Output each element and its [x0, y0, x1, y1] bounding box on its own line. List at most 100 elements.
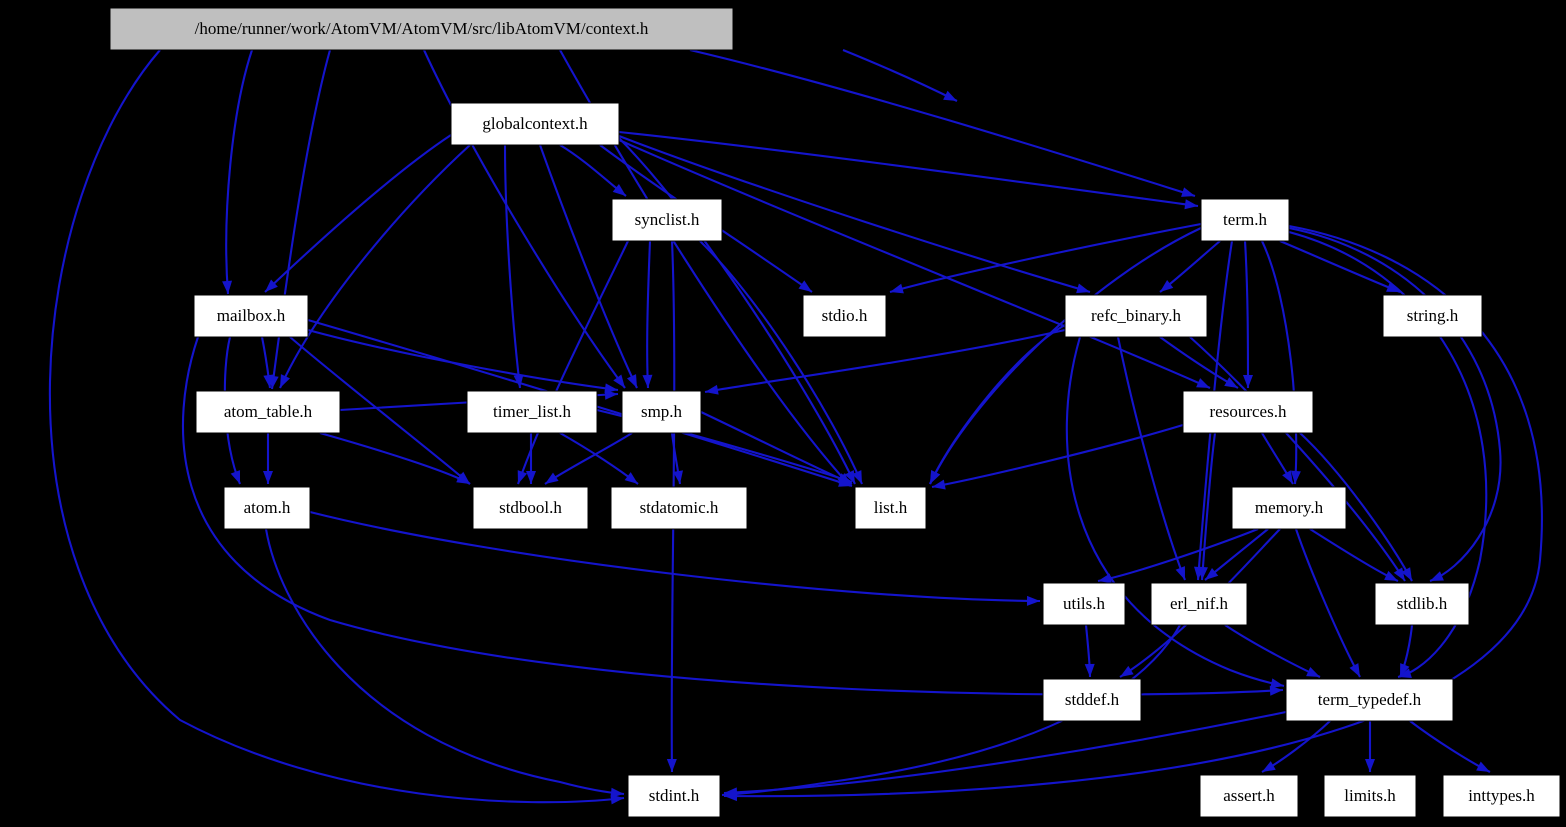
arrowhead: [1262, 761, 1276, 772]
edge-context-to-globalcontext: [842, 49, 958, 102]
arrowhead: [666, 758, 677, 772]
node-stdatomic[interactable]: stdatomic.h: [610, 486, 748, 530]
arrowhead: [626, 374, 637, 388]
node-box-globalcontext[interactable]: [450, 102, 620, 146]
arrowhead: [642, 374, 653, 388]
node-box-resources[interactable]: [1182, 390, 1314, 434]
arrowhead: [545, 472, 559, 484]
arrowhead: [613, 374, 625, 388]
node-box-context[interactable]: [109, 7, 734, 51]
node-inttypes[interactable]: inttypes.h: [1442, 774, 1561, 818]
node-utils[interactable]: utils.h: [1042, 582, 1126, 626]
edge-resources-to-list: [931, 423, 1184, 490]
node-box-string[interactable]: [1382, 294, 1483, 338]
edge-context-to-mailbox: [222, 49, 253, 295]
node-box-utils[interactable]: [1042, 582, 1126, 626]
node-box-atom[interactable]: [223, 486, 311, 530]
node-stdint[interactable]: stdint.h: [627, 774, 721, 818]
node-box-term_typedef[interactable]: [1285, 678, 1454, 722]
edge-atom-to-stdint: [264, 528, 625, 798]
node-box-stdbool[interactable]: [472, 486, 589, 530]
node-box-timer_list[interactable]: [466, 390, 598, 434]
edge-mailbox-to-smp: [307, 328, 619, 394]
edge-atom_table-to-stdbool: [319, 431, 471, 485]
arrowhead: [1476, 761, 1490, 772]
edge-term-to-resources: [1242, 240, 1253, 389]
node-box-atom_table[interactable]: [195, 390, 341, 434]
node-stdbool[interactable]: stdbool.h: [472, 486, 589, 530]
node-layer: /home/runner/work/AtomVM/AtomVM/src/libA…: [109, 7, 1561, 818]
node-stdlib[interactable]: stdlib.h: [1374, 582, 1470, 626]
edge-globalcontext-to-atom_table: [279, 144, 471, 389]
edge-refc_binary-to-smp: [704, 328, 1066, 395]
edge-context-to-term: [689, 48, 1196, 198]
edge-refc_binary-to-stdlib: [1189, 336, 1406, 582]
arrowhead: [943, 90, 957, 101]
node-atom[interactable]: atom.h: [223, 486, 311, 530]
node-context[interactable]: /home/runner/work/AtomVM/AtomVM/src/libA…: [109, 7, 734, 51]
node-smp[interactable]: smp.h: [621, 390, 702, 434]
graph-canvas: /home/runner/work/AtomVM/AtomVM/src/libA…: [48, 7, 1561, 818]
node-limits[interactable]: limits.h: [1323, 774, 1417, 818]
arrowhead: [1084, 663, 1095, 677]
node-globalcontext[interactable]: globalcontext.h: [450, 102, 620, 146]
arrowhead: [1349, 663, 1360, 677]
arrowhead: [280, 374, 291, 388]
node-memory[interactable]: memory.h: [1231, 486, 1347, 530]
node-box-term[interactable]: [1200, 198, 1290, 242]
arrowhead: [1181, 187, 1195, 197]
node-timer_list[interactable]: timer_list.h: [466, 390, 598, 434]
edge-synclist-to-list: [699, 240, 863, 485]
arrowhead: [1242, 374, 1253, 388]
node-box-stdio[interactable]: [802, 294, 887, 338]
node-stddef[interactable]: stddef.h: [1042, 678, 1142, 722]
edge-smp-to-stdbool: [544, 432, 633, 485]
node-box-erl_nif[interactable]: [1150, 582, 1248, 626]
node-box-memory[interactable]: [1231, 486, 1347, 530]
node-box-synclist[interactable]: [611, 198, 723, 242]
node-atom_table[interactable]: atom_table.h: [195, 390, 341, 434]
node-refc_binary[interactable]: refc_binary.h: [1064, 294, 1208, 338]
node-resources[interactable]: resources.h: [1182, 390, 1314, 434]
node-box-assert[interactable]: [1199, 774, 1299, 818]
edge-term_typedef-to-limits: [1365, 720, 1375, 772]
node-box-list[interactable]: [854, 486, 927, 530]
node-box-stdlib[interactable]: [1374, 582, 1470, 626]
edge-globalcontext-to-resources: [618, 139, 1211, 389]
arrowhead: [1175, 566, 1185, 580]
edge-globalcontext-to-mailbox: [264, 134, 452, 293]
node-term_typedef[interactable]: term_typedef.h: [1285, 678, 1454, 722]
arrowhead: [222, 280, 233, 294]
edge-term_typedef-to-inttypes: [1409, 720, 1491, 773]
arrowhead: [890, 283, 904, 294]
node-box-stdint[interactable]: [627, 774, 721, 818]
node-box-stdatomic[interactable]: [610, 486, 748, 530]
arrowhead: [517, 470, 528, 484]
edge-term-to-stdio: [889, 222, 1202, 294]
node-mailbox[interactable]: mailbox.h: [193, 294, 309, 338]
edge-term-to-stdlib: [1288, 226, 1502, 582]
node-box-refc_binary[interactable]: [1064, 294, 1208, 338]
node-box-stddef[interactable]: [1042, 678, 1142, 722]
edge-term-to-list: [929, 227, 1202, 485]
arrowhead: [526, 471, 536, 484]
edge-utils-to-stddef: [1084, 624, 1095, 678]
node-box-limits[interactable]: [1323, 774, 1417, 818]
arrowhead: [798, 280, 812, 292]
node-term[interactable]: term.h: [1200, 198, 1290, 242]
edge-timer_list-to-stdatomic: [559, 432, 639, 485]
node-synclist[interactable]: synclist.h: [611, 198, 723, 242]
edge-context-to-smp: [423, 49, 626, 389]
node-box-mailbox[interactable]: [193, 294, 309, 338]
node-assert[interactable]: assert.h: [1199, 774, 1299, 818]
edge-term-to-refc_binary: [1159, 240, 1221, 293]
node-box-smp[interactable]: [621, 390, 702, 434]
edge-term-to-memory: [1261, 240, 1301, 485]
include-dependency-graph: /home/runner/work/AtomVM/AtomVM/src/libA…: [0, 0, 1566, 827]
node-list[interactable]: list.h: [854, 486, 927, 530]
node-string[interactable]: string.h: [1382, 294, 1483, 338]
edge-globalcontext-to-smp: [539, 144, 638, 389]
node-erl_nif[interactable]: erl_nif.h: [1150, 582, 1248, 626]
node-box-inttypes[interactable]: [1442, 774, 1561, 818]
node-stdio[interactable]: stdio.h: [802, 294, 887, 338]
